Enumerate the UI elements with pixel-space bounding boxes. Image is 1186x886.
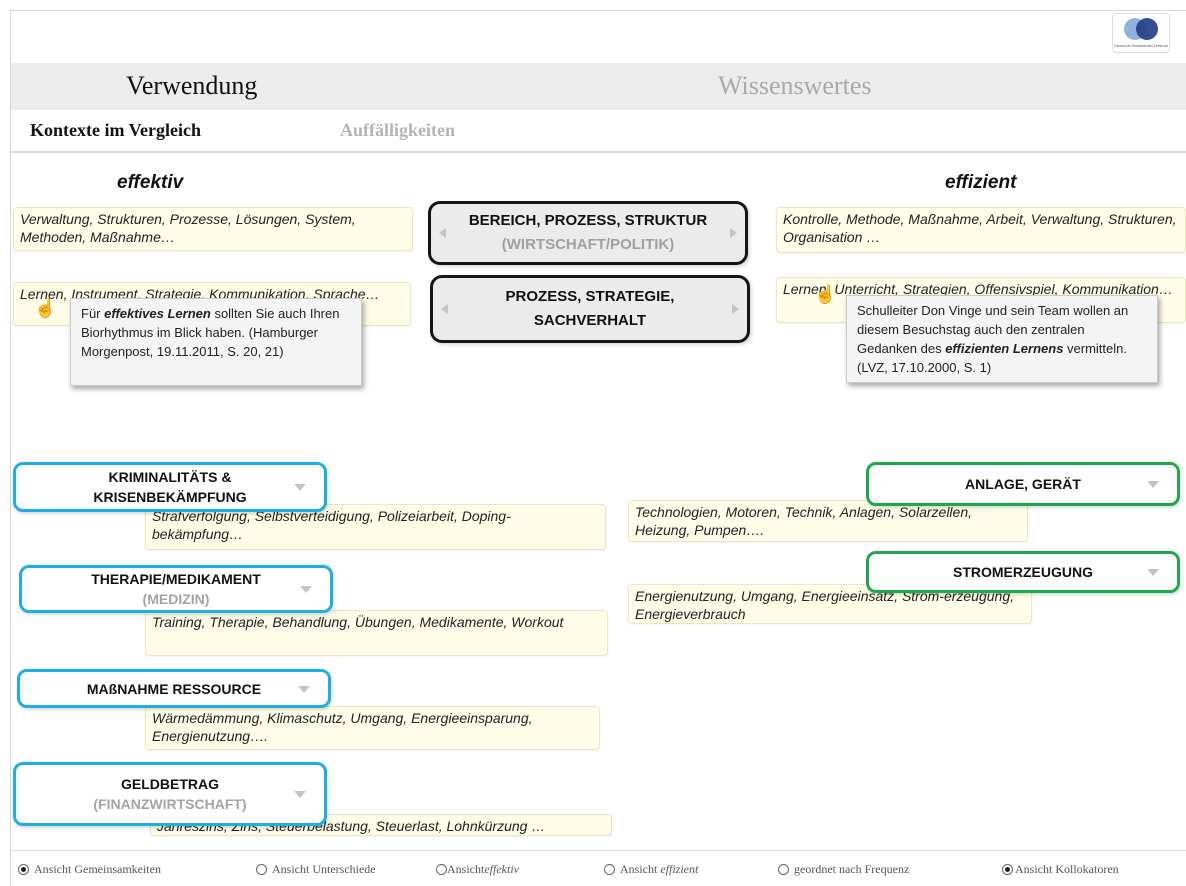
- app-frame: [10, 10, 1186, 886]
- shared-context-title: BEREICH, PROZESS, STRUKTUR: [468, 212, 708, 229]
- radio-icon[interactable]: [256, 864, 267, 875]
- category-title-2: KRISENBEKÄMPFUNG: [93, 489, 247, 505]
- logo: Deutsche Wortschatz-Zentrum: [1112, 13, 1170, 53]
- option-label: Ansicht Gemeinsamkeiten: [34, 862, 161, 876]
- category-collocates-note: Training, Therapie, Behandlung, Übungen,…: [145, 610, 608, 656]
- radio-selected-icon[interactable]: [18, 864, 29, 875]
- chevron-down-icon[interactable]: [294, 484, 306, 491]
- option-label: Ansicht: [447, 862, 485, 876]
- divider: [11, 151, 1186, 153]
- radio-selected-icon[interactable]: [1002, 864, 1013, 875]
- chevron-down-icon[interactable]: [294, 791, 306, 798]
- logo-text: Deutsche Wortschatz-Zentrum: [1113, 43, 1169, 48]
- shared-context-subtitle: (WIRTSCHAFT/POLITIK): [501, 236, 675, 253]
- example-tooltip-left: Für effektives Lernen sollten Sie auch I…: [70, 298, 362, 386]
- arrow-left-icon[interactable]: [439, 228, 446, 238]
- category-collocates-note: Wärmedämmung, Klimaschutz, Umgang, Energ…: [145, 706, 600, 750]
- arrow-right-icon[interactable]: [732, 304, 739, 314]
- option-label-italic: effektiv: [484, 862, 519, 876]
- chevron-down-icon[interactable]: [300, 586, 312, 593]
- option-label: Ansicht Unterschiede: [272, 862, 376, 876]
- tab-verwendung[interactable]: Verwendung: [126, 71, 257, 101]
- category-title: KRIMINALITÄTS &: [108, 469, 232, 485]
- shared-context-title-2: SACHVERHALT: [533, 312, 647, 329]
- arrow-right-icon[interactable]: [730, 228, 737, 238]
- category-title: ANLAGE, GERÄT: [965, 476, 1081, 492]
- chevron-down-icon[interactable]: [1147, 569, 1159, 576]
- arrow-left-icon[interactable]: [441, 304, 448, 314]
- category-therapie[interactable]: THERAPIE/MEDIKAMENT (MEDIZIN): [19, 565, 333, 613]
- chevron-down-icon[interactable]: [298, 685, 310, 693]
- category-geldbetrag[interactable]: GELDBETRAG (FINANZWIRTSCHAFT): [13, 762, 327, 826]
- shared-context-title: PROZESS, STRATEGIE,: [505, 288, 675, 305]
- option-label: geordnet nach Frequenz: [794, 862, 910, 876]
- option-label: Ansicht Kollokatoren: [1015, 862, 1119, 876]
- divider: [11, 850, 1186, 851]
- chevron-down-icon[interactable]: [1147, 481, 1159, 488]
- radio-icon[interactable]: [778, 864, 789, 875]
- column-heading-effizient: effizient: [945, 172, 1017, 193]
- category-title: THERAPIE/MEDIKAMENT: [91, 571, 261, 587]
- category-subtitle: (MEDIZIN): [142, 591, 210, 607]
- category-stromerzeugung[interactable]: STROMERZEUGUNG: [866, 551, 1180, 593]
- subtab-kontexte[interactable]: Kontexte im Vergleich: [30, 120, 201, 141]
- tooltip-keyword: effizienten Lernens: [945, 341, 1064, 356]
- option-gemeinsamkeiten[interactable]: Ansicht Gemeinsamkeiten: [18, 862, 161, 877]
- option-label-italic: effizient: [660, 862, 699, 876]
- tooltip-text: Für: [81, 306, 105, 321]
- tooltip-keyword: effektives Lernen: [104, 306, 211, 321]
- hand-cursor-icon: ☝: [34, 298, 57, 318]
- category-title: MAßNAHME RESSOURCE: [86, 680, 262, 697]
- option-frequenz[interactable]: geordnet nach Frequenz: [778, 862, 909, 877]
- category-anlage[interactable]: ANLAGE, GERÄT: [866, 462, 1180, 506]
- category-massnahme[interactable]: MAßNAHME RESSOURCE: [17, 669, 331, 708]
- option-label: Ansicht: [620, 862, 661, 876]
- right-collocates-note: Kontrolle, Methode, Maßnahme, Arbeit, Ve…: [776, 207, 1186, 253]
- shared-context-box[interactable]: BEREICH, PROZESS, STRUKTUR (WIRTSCHAFT/P…: [428, 201, 748, 265]
- column-heading-effektiv: effektiv: [117, 172, 184, 193]
- tab-wissenswertes[interactable]: Wissenswertes: [718, 71, 871, 101]
- category-kriminalitaet[interactable]: KRIMINALITÄTS & KRISENBEKÄMPFUNG: [13, 462, 327, 512]
- option-kollokatoren[interactable]: Ansicht Kollokatoren: [1002, 862, 1119, 877]
- radio-icon[interactable]: [604, 864, 615, 875]
- category-collocates-note: Technologien, Motoren, Technik, Anlagen,…: [628, 500, 1028, 542]
- option-effizient[interactable]: Ansicht effizient: [604, 862, 698, 877]
- subtab-auffaelligkeiten[interactable]: Auffälligkeiten: [340, 120, 455, 141]
- overlapping-circles-logo-icon: [1124, 18, 1158, 40]
- shared-context-box[interactable]: PROZESS, STRATEGIE, SACHVERHALT: [430, 275, 750, 343]
- hand-cursor-icon: ☝: [814, 284, 837, 304]
- left-collocates-note: Verwaltung, Strukturen, Prozesse, Lösung…: [13, 207, 413, 251]
- option-unterschiede[interactable]: Ansicht Unterschiede: [256, 862, 376, 877]
- category-subtitle: (FINANZWIRTSCHAFT): [93, 796, 247, 812]
- category-title: STROMERZEUGUNG: [953, 564, 1093, 580]
- category-title: GELDBETRAG: [121, 776, 219, 792]
- radio-icon[interactable]: [436, 864, 447, 875]
- example-tooltip-right: Schulleiter Don Vinge und sein Team woll…: [846, 295, 1158, 383]
- option-effektiv[interactable]: Ansicht effektiv: [436, 862, 519, 877]
